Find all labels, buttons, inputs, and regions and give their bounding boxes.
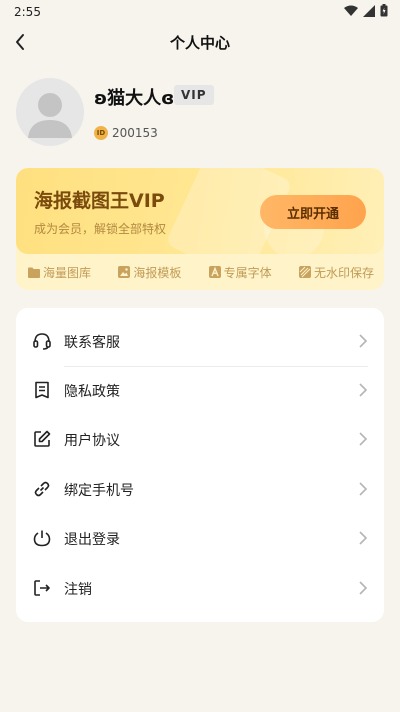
chevron-right-icon <box>359 581 368 595</box>
status-time: 2:55 <box>14 5 41 19</box>
link-icon <box>32 479 52 499</box>
header: 个人中心 <box>0 24 400 60</box>
back-button[interactable] <box>8 30 32 54</box>
folder-icon <box>28 267 40 278</box>
menu-item-bind-phone[interactable]: 绑定手机号 <box>16 465 384 513</box>
user-id: 200153 <box>112 126 158 140</box>
menu-item-delete-account[interactable]: 注销 <box>16 564 384 612</box>
menu-label: 绑定手机号 <box>64 483 134 499</box>
headset-icon <box>32 331 52 351</box>
edit-icon <box>32 429 52 449</box>
document-icon <box>32 380 52 400</box>
vip-card: 海报截图王VIP 成为会员，解锁全部特权 立即开通 海量图库 海报模板 专属字体… <box>16 168 384 290</box>
power-icon <box>32 528 52 548</box>
perk-label: 专属字体 <box>223 265 272 280</box>
id-icon: ID <box>94 126 108 140</box>
menu-item-logout[interactable]: 退出登录 <box>16 514 384 562</box>
activate-vip-button[interactable]: 立即开通 <box>260 195 366 229</box>
perk-label: 海量图库 <box>43 265 92 280</box>
settings-menu: 联系客服 隐私政策 用户协议 绑定手机号 退出登录 注销 <box>16 308 384 622</box>
chevron-right-icon <box>359 482 368 496</box>
menu-item-customer-service[interactable]: 联系客服 <box>16 317 384 365</box>
menu-item-privacy-policy[interactable]: 隐私政策 <box>16 366 384 414</box>
wifi-icon <box>344 5 358 20</box>
menu-label: 用户协议 <box>64 433 120 449</box>
chevron-right-icon <box>359 334 368 348</box>
menu-label: 注销 <box>64 582 92 598</box>
perk-label: 海报模板 <box>133 265 182 280</box>
profile-section: ʚ猫大人ɞ VIP ID 200153 <box>16 78 384 150</box>
chevron-right-icon <box>359 531 368 545</box>
perk-gallery: 海量图库 <box>28 264 91 281</box>
chevron-right-icon <box>359 432 368 446</box>
signal-icon <box>363 4 375 20</box>
page-title: 个人中心 <box>169 33 230 52</box>
perk-fonts: 专属字体 <box>208 264 272 281</box>
menu-label: 联系客服 <box>64 335 120 351</box>
chevron-left-icon <box>16 34 24 50</box>
no-watermark-icon <box>298 266 311 278</box>
user-placeholder-icon <box>28 93 72 138</box>
battery-icon <box>380 4 388 20</box>
chevron-right-icon <box>359 383 368 397</box>
perk-label: 无水印保存 <box>313 265 374 280</box>
status-bar: 2:55 <box>0 0 400 24</box>
menu-label: 隐私政策 <box>64 384 120 400</box>
font-icon <box>208 266 221 278</box>
perk-no-watermark: 无水印保存 <box>298 264 374 281</box>
username: ʚ猫大人ɞ <box>94 88 175 109</box>
vip-badge: VIP <box>174 85 214 105</box>
status-icons <box>344 4 388 20</box>
menu-label: 退出登录 <box>64 532 120 548</box>
perk-templates: 海报模板 <box>118 264 181 281</box>
image-icon <box>118 266 131 278</box>
user-id-row: ID 200153 <box>94 126 158 140</box>
vip-title: 海报截图王VIP <box>34 190 165 212</box>
menu-item-user-agreement[interactable]: 用户协议 <box>16 415 384 463</box>
vip-perks: 海量图库 海报模板 专属字体 无水印保存 <box>16 260 384 284</box>
vip-subtitle: 成为会员，解锁全部特权 <box>34 222 167 236</box>
avatar[interactable] <box>16 78 84 146</box>
logout-icon <box>32 578 52 598</box>
vip-banner[interactable]: 海报截图王VIP 成为会员，解锁全部特权 立即开通 <box>16 168 384 254</box>
